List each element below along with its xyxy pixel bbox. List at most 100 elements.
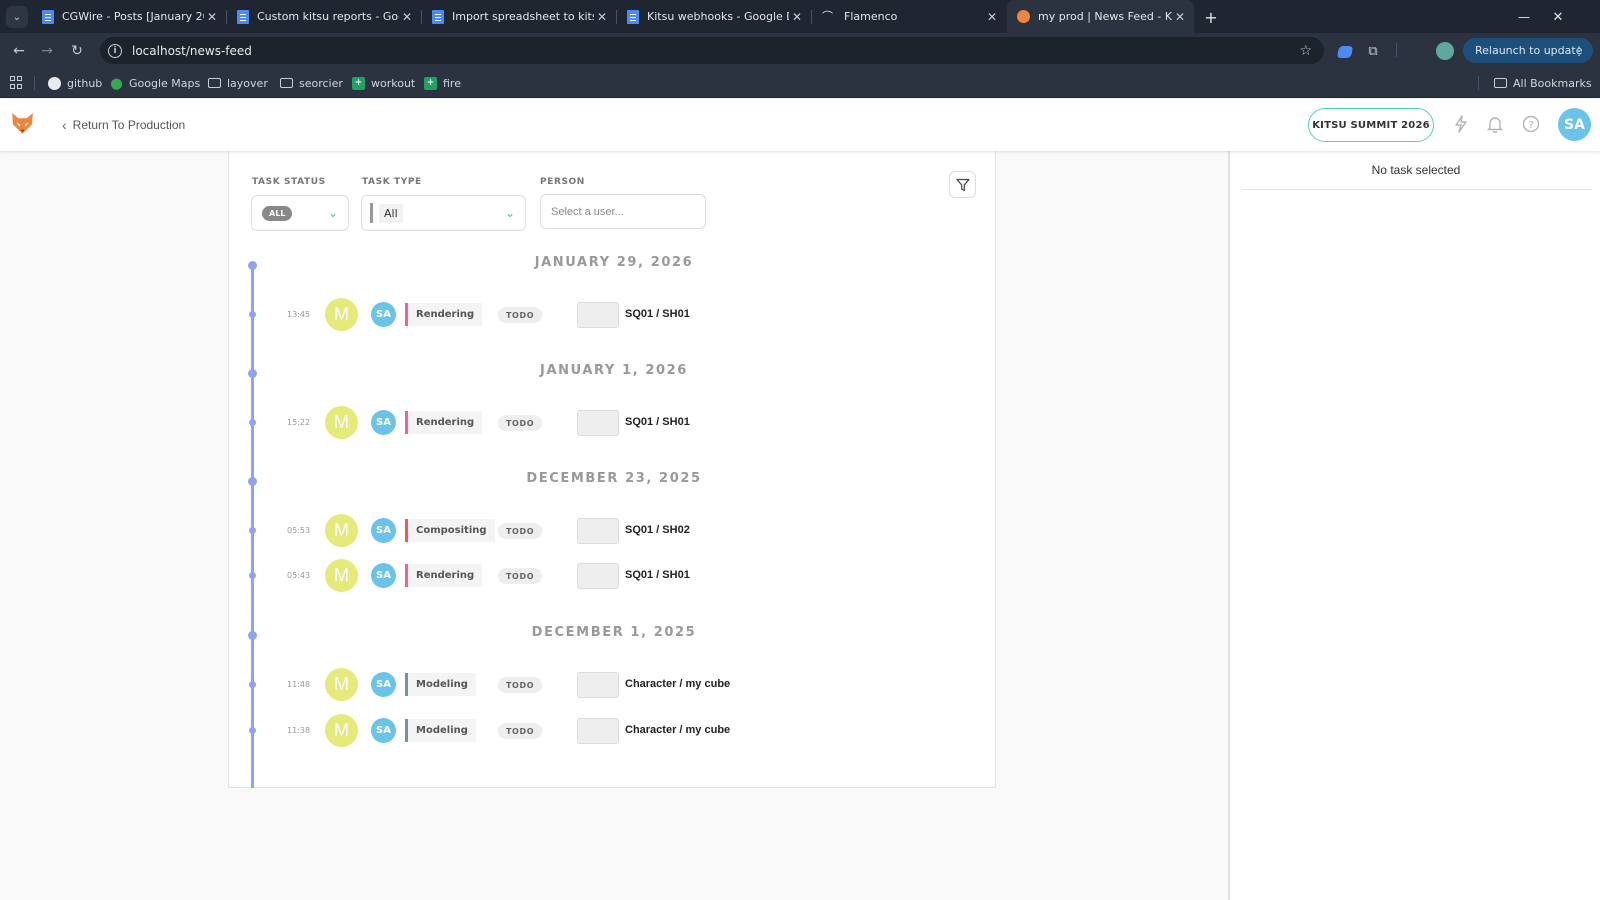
browser-tab-flamenco[interactable]: ⌒ Flamenco ✕	[812, 0, 1006, 33]
lightning-icon[interactable]	[1450, 113, 1472, 135]
relaunch-label: Relaunch to update	[1475, 44, 1583, 57]
help-icon[interactable]: ?	[1520, 113, 1542, 135]
folder-icon	[208, 78, 221, 88]
assignee-avatar[interactable]: SA	[371, 672, 396, 697]
assignee-avatar[interactable]: SA	[371, 302, 396, 327]
task-type-badge[interactable]: Rendering	[405, 303, 483, 326]
panel-divider	[1242, 189, 1592, 190]
return-to-production-link[interactable]: ‹ Return To Production	[62, 117, 185, 133]
close-window-icon[interactable]: ✕	[1548, 8, 1568, 26]
bookmark-google-maps[interactable]: ⬤ Google Maps	[110, 75, 200, 91]
status-badge[interactable]: TODO	[498, 523, 543, 539]
entity-thumbnail[interactable]	[577, 302, 619, 328]
profile-avatar-icon[interactable]	[1436, 42, 1454, 60]
close-tab-icon[interactable]: ✕	[789, 9, 805, 25]
bookmark-seorcier[interactable]: seorcier	[280, 75, 343, 91]
feed-entry[interactable]: 11:48 M SA Modeling TODO Character / my …	[229, 668, 997, 702]
assignee-avatar[interactable]: SA	[371, 563, 396, 588]
task-type-text: Rendering	[416, 309, 475, 320]
filter-button[interactable]	[949, 171, 976, 198]
task-type-badge[interactable]: Modeling	[405, 719, 476, 742]
close-tab-icon[interactable]: ✕	[594, 9, 610, 25]
kitsu-logo-icon[interactable]	[10, 111, 35, 136]
author-avatar: M	[325, 406, 358, 439]
entity-thumbnail[interactable]	[577, 410, 619, 436]
chevron-left-icon: ‹	[62, 117, 67, 133]
feed-entry[interactable]: 15:22 M SA Rendering TODO SQ01 / SH01	[229, 406, 997, 440]
assignee-avatar[interactable]: SA	[371, 718, 396, 743]
new-tab-icon[interactable]: +	[1200, 6, 1222, 28]
entity-name[interactable]: SQ01 / SH01	[625, 569, 690, 581]
tab-title: Kitsu webhooks - Google Do	[647, 10, 789, 23]
entity-thumbnail[interactable]	[577, 672, 619, 698]
entity-thumbnail[interactable]	[577, 718, 619, 744]
person-select-input[interactable]	[540, 194, 706, 229]
feed-entry[interactable]: 05:53 M SA Compositing TODO SQ01 / SH02	[229, 514, 997, 548]
all-bookmarks-button[interactable]: All Bookmarks	[1494, 75, 1592, 91]
maps-pin-icon: ⬤	[110, 76, 123, 90]
entity-name[interactable]: SQ01 / SH01	[625, 308, 690, 320]
entry-time: 11:38	[287, 726, 311, 735]
browser-tab-kitsu-news-feed[interactable]: my prod | News Feed - Kitsu ✕	[1007, 0, 1194, 33]
feed-entry[interactable]: 05:43 M SA Rendering TODO SQ01 / SH01	[229, 559, 997, 593]
task-status-select[interactable]: ALL ⌄	[251, 195, 349, 231]
close-tab-icon[interactable]: ✕	[399, 9, 415, 25]
status-badge[interactable]: TODO	[498, 307, 543, 323]
forward-arrow-icon[interactable]: →	[36, 40, 58, 62]
task-type-badge[interactable]: Compositing	[405, 519, 495, 542]
relaunch-to-update-button[interactable]: Relaunch to update ⋮	[1463, 38, 1593, 63]
entity-name[interactable]: Character / my cube	[625, 678, 730, 690]
task-type-badge[interactable]: Rendering	[405, 564, 483, 587]
site-info-icon[interactable]: i	[108, 43, 122, 58]
browser-tab-kitsu-webhooks[interactable]: Kitsu webhooks - Google Do ✕	[617, 0, 811, 33]
task-type-badge[interactable]: Modeling	[405, 673, 476, 696]
close-tab-icon[interactable]: ✕	[204, 9, 220, 25]
feed-entry[interactable]: 11:38 M SA Modeling TODO Character / my …	[229, 714, 997, 748]
extensions-puzzle-icon[interactable]: ⧉	[1364, 42, 1382, 60]
assignee-avatar[interactable]: SA	[371, 410, 396, 435]
bookmark-github[interactable]: github	[48, 75, 102, 91]
address-bar[interactable]: i localhost/news-feed ☆	[100, 37, 1324, 64]
close-tab-icon[interactable]: ✕	[984, 9, 1000, 25]
bookmark-star-icon[interactable]: ☆	[1299, 43, 1312, 59]
status-badge[interactable]: TODO	[498, 677, 543, 693]
github-icon	[48, 76, 61, 90]
minimize-window-icon[interactable]: —	[1514, 8, 1534, 26]
close-tab-icon[interactable]: ✕	[1172, 9, 1188, 25]
back-arrow-icon[interactable]: ←	[8, 40, 30, 62]
browser-menu-icon[interactable]: ⋮	[1573, 44, 1585, 58]
bookmark-label: github	[67, 76, 103, 90]
entity-name[interactable]: SQ01 / SH01	[625, 416, 690, 428]
entity-thumbnail[interactable]	[577, 518, 619, 544]
kitsu-summit-button[interactable]: KITSU SUMMIT 2026	[1308, 108, 1434, 142]
extension-icon[interactable]	[1336, 46, 1354, 58]
tab-title: my prod | News Feed - Kitsu	[1038, 10, 1172, 23]
entity-name[interactable]: SQ01 / SH02	[625, 524, 690, 536]
entity-thumbnail[interactable]	[577, 563, 619, 589]
task-type-badge[interactable]: Rendering	[405, 411, 483, 434]
toolbar-separator	[1396, 43, 1397, 57]
google-docs-icon	[42, 9, 54, 24]
apps-grid-icon[interactable]	[10, 76, 23, 89]
browser-tab-strip: ⌄ CGWire - Posts [January 2026 ✕ Custom …	[0, 0, 1600, 33]
browser-tab-import-spreadsheet[interactable]: Import spreadsheet to kitsu ✕	[422, 0, 616, 33]
feed-entry[interactable]: 13:45 M SA Rendering TODO SQ01 / SH01	[229, 298, 997, 332]
status-badge[interactable]: TODO	[498, 723, 543, 739]
entry-time: 15:22	[287, 418, 311, 427]
task-type-select[interactable]: All ⌄	[361, 195, 526, 231]
status-badge[interactable]: TODO	[498, 568, 543, 584]
tab-search-icon[interactable]: ⌄	[6, 6, 28, 28]
entity-name[interactable]: Character / my cube	[625, 724, 730, 736]
browser-tab-cgwire-posts[interactable]: CGWire - Posts [January 2026 ✕	[32, 0, 226, 33]
browser-tab-custom-reports[interactable]: Custom kitsu reports - Goog ✕	[227, 0, 421, 33]
bookmark-workout[interactable]: + workout	[352, 75, 415, 91]
assignee-avatar[interactable]: SA	[371, 518, 396, 543]
status-badge[interactable]: TODO	[498, 415, 543, 431]
bookmark-fire[interactable]: + fire	[424, 75, 461, 91]
task-type-color-bar	[405, 303, 408, 326]
bell-icon[interactable]	[1484, 113, 1506, 135]
reload-icon[interactable]: ↻	[66, 40, 88, 62]
bookmark-layover[interactable]: layover	[208, 75, 268, 91]
user-avatar[interactable]: SA	[1558, 108, 1591, 141]
no-task-selected-text: No task selected	[1371, 163, 1461, 177]
